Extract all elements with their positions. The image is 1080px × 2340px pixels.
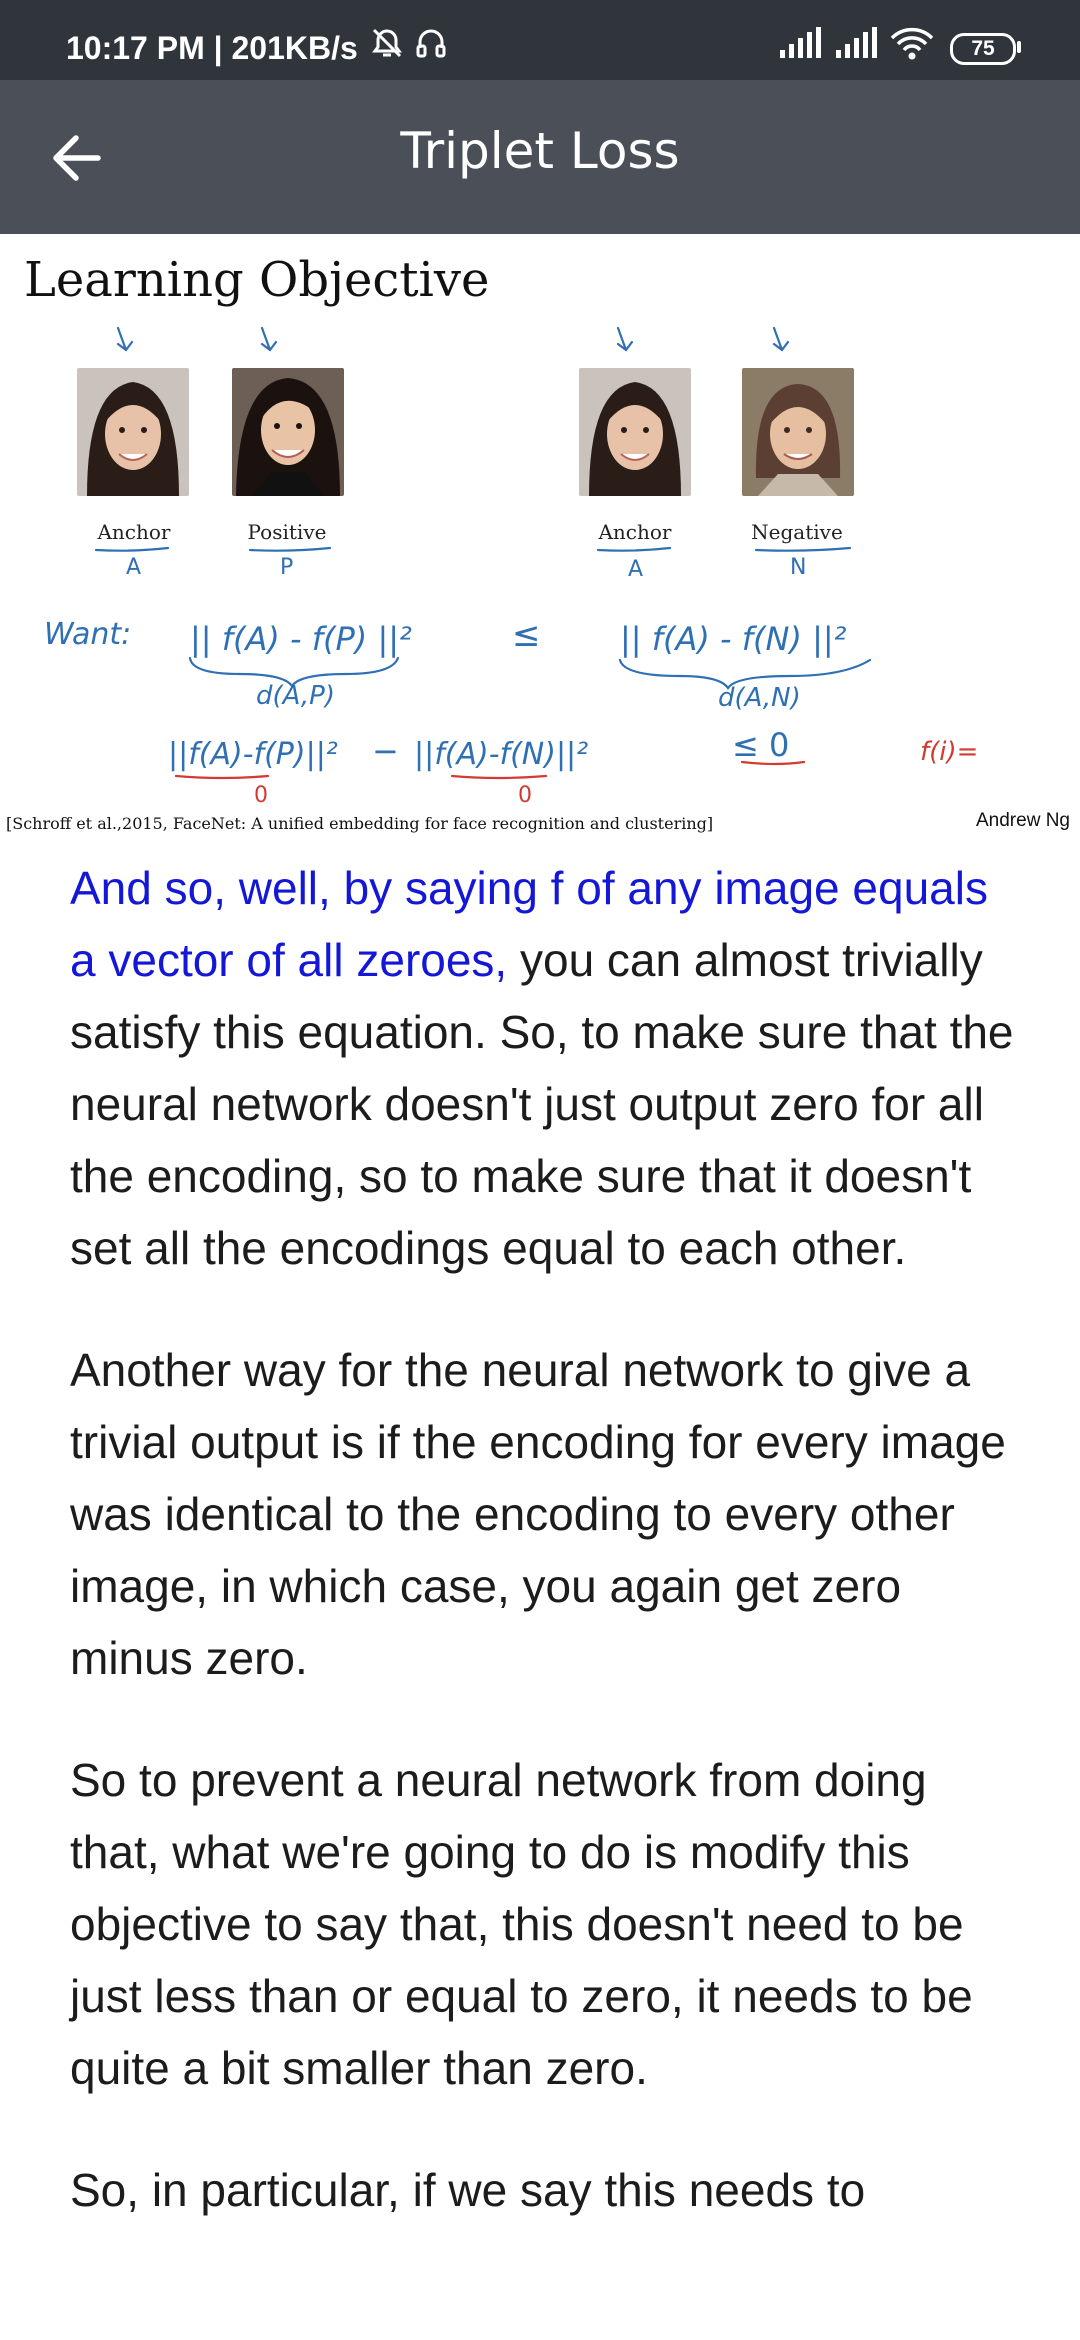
- headset-icon: [414, 26, 448, 65]
- hw-a1: A: [126, 555, 141, 580]
- signal-icon: [778, 26, 822, 65]
- hw-rhs: || f(A) - f(N) ||²: [620, 620, 847, 658]
- hw-d-an: d(A,N): [718, 683, 801, 713]
- signal-icon: [834, 26, 878, 65]
- status-time-speed: 10:17 PM | 201KB/s: [66, 30, 358, 66]
- hw-eq2-left: ||f(A)-f(P)||²: [168, 737, 338, 772]
- hw-n: N: [790, 555, 806, 580]
- hw-p: P: [280, 555, 293, 580]
- battery-indicator: 75: [950, 33, 1016, 65]
- hw-a2: A: [628, 557, 643, 582]
- hw-zero-1: 0: [254, 783, 268, 808]
- handwritten-equations: A P A N Want: || f(A) - f(P) ||² ≤ || f(…: [44, 546, 978, 808]
- hw-want: Want:: [44, 617, 131, 652]
- alarm-off-icon: [370, 26, 404, 65]
- hw-leq-zero: ≤ 0: [732, 726, 789, 764]
- hw-eq2-right: ||f(A)-f(N)||²: [414, 737, 588, 772]
- battery-tip: [1017, 41, 1021, 53]
- hw-red-note: f(i)=: [920, 737, 978, 767]
- app-bar: Triplet Loss: [0, 80, 1080, 234]
- page-title: Triplet Loss: [400, 122, 680, 180]
- hw-zero-2: 0: [518, 783, 532, 808]
- citation-text: [Schroff et al.,2015, FaceNet: A unified…: [6, 814, 714, 833]
- transcript-paragraph[interactable]: So, in particular, if we say this needs …: [70, 2154, 1020, 2226]
- transcript: And so, well, by saying f of any image e…: [70, 852, 1020, 2276]
- status-bar: 10:17 PM | 201KB/s 75: [0, 0, 1080, 80]
- hw-leq: ≤: [512, 615, 541, 655]
- lecture-slide: Learning Objective Anchor Positive Ancho…: [0, 234, 1080, 844]
- transcript-paragraph[interactable]: And so, well, by saying f of any image e…: [70, 852, 1020, 1284]
- hw-minus: −: [372, 732, 399, 770]
- author-text: Andrew Ng: [976, 810, 1070, 831]
- hw-lhs: || f(A) - f(P) ||²: [190, 620, 412, 658]
- transcript-paragraph[interactable]: Another way for the neural network to gi…: [70, 1334, 1020, 1694]
- wifi-icon: [890, 26, 934, 65]
- hw-d-ap: d(A,P): [256, 681, 335, 711]
- transcript-paragraph[interactable]: So to prevent a neural network from doin…: [70, 1744, 1020, 2104]
